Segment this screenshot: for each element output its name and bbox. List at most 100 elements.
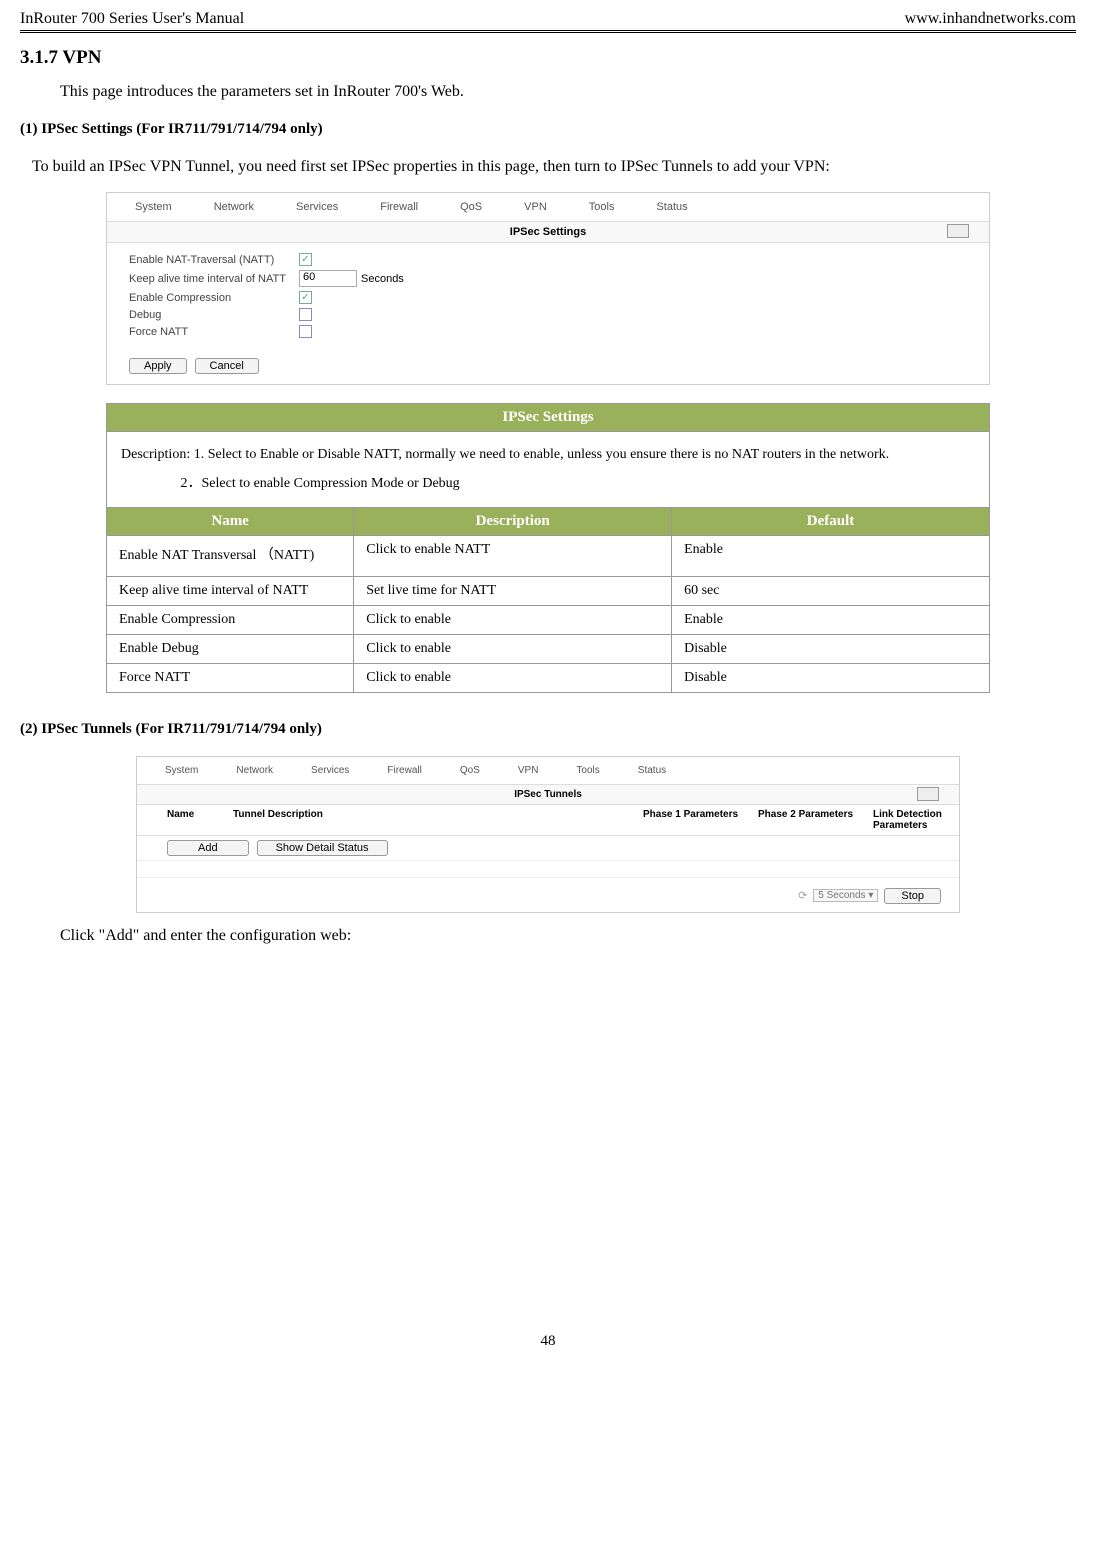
subsection-2-title: IPSec Tunnels (For IR711/791/714/794 onl… xyxy=(41,721,322,737)
panel2-title-text: IPSec Tunnels xyxy=(514,789,582,800)
ipsec-settings-table: IPSec Settings Description: 1. Select to… xyxy=(106,403,990,693)
tab-firewall[interactable]: Firewall xyxy=(376,199,422,215)
tab-status[interactable]: Status xyxy=(652,199,691,215)
row-keepalive: Keep alive time interval of NATT 60 Seco… xyxy=(129,270,967,287)
checkbox-compression[interactable] xyxy=(299,291,312,304)
desc-line-1: 1. Select to Enable or Disable NATT, nor… xyxy=(194,447,889,462)
checkbox-natt[interactable] xyxy=(299,253,312,266)
tunnels-table-header: Name Tunnel Description Phase 1 Paramete… xyxy=(137,805,959,836)
cell-desc: Click to enable NATT xyxy=(354,535,672,576)
subsection-2-heading: (2) IPSec Tunnels (For IR711/791/714/794… xyxy=(20,713,1096,746)
cell-name: Enable Debug xyxy=(107,634,354,663)
show-detail-button[interactable]: Show Detail Status xyxy=(257,840,388,856)
cancel-button[interactable]: Cancel xyxy=(195,358,259,374)
th-name: Name xyxy=(137,805,227,835)
th-link-detection: Link Detection Parameters xyxy=(867,805,959,835)
table-row: Enable NAT Transversal （NATT) Click to e… xyxy=(107,535,990,576)
label-compression: Enable Compression xyxy=(129,292,299,304)
cell-desc: Click to enable xyxy=(354,605,672,634)
cell-desc: Set live time for NATT xyxy=(354,576,672,605)
add-button[interactable]: Add xyxy=(167,840,249,856)
cell-name: Enable NAT Transversal （NATT) xyxy=(107,535,354,576)
cell-desc: Click to enable xyxy=(354,663,672,692)
tab-network[interactable]: Network xyxy=(232,763,277,778)
subsection-1-text: To build an IPSec VPN Tunnel, you need f… xyxy=(0,146,1096,186)
table-row: Enable Debug Click to enable Disable xyxy=(107,634,990,663)
tab-qos[interactable]: QoS xyxy=(456,199,486,215)
label-seconds: Seconds xyxy=(361,273,404,285)
interval-value: 5 Seconds xyxy=(818,890,865,901)
cell-name: Force NATT xyxy=(107,663,354,692)
collapse-icon[interactable] xyxy=(947,224,969,238)
label-keepalive: Keep alive time interval of NATT xyxy=(129,273,299,285)
cell-default: 60 sec xyxy=(672,576,990,605)
panel-title-text: IPSec Settings xyxy=(510,226,586,238)
cell-name: Enable Compression xyxy=(107,605,354,634)
col-description: Description xyxy=(354,507,672,535)
label-natt: Enable NAT-Traversal (NATT) xyxy=(129,254,299,266)
panel-title: IPSec Settings xyxy=(107,221,989,243)
cell-default: Enable xyxy=(672,605,990,634)
label-debug: Debug xyxy=(129,309,299,321)
tab-network[interactable]: Network xyxy=(210,199,258,215)
th-phase1: Phase 1 Parameters xyxy=(637,805,752,835)
manual-title: InRouter 700 Series User's Manual xyxy=(20,10,244,28)
nav-tabs: System Network Services Firewall QoS VPN… xyxy=(107,193,989,221)
tab-services[interactable]: Services xyxy=(307,763,353,778)
col-name: Name xyxy=(107,507,354,535)
header-divider xyxy=(20,30,1076,33)
table-header: IPSec Settings xyxy=(107,404,990,432)
table-row: Keep alive time interval of NATT Set liv… xyxy=(107,576,990,605)
checkbox-debug[interactable] xyxy=(299,308,312,321)
panel2-title: IPSec Tunnels xyxy=(137,784,959,805)
subsection-1-heading: (1) IPSec Settings (For IR711/791/714/79… xyxy=(20,113,1096,146)
table-description: Description: 1. Select to Enable or Disa… xyxy=(107,432,990,508)
subsection-2-number: (2) xyxy=(20,721,38,737)
table-row: Enable Compression Click to enable Enabl… xyxy=(107,605,990,634)
tab-vpn[interactable]: VPN xyxy=(514,763,543,778)
cell-name: Keep alive time interval of NATT xyxy=(107,576,354,605)
footer-controls: ⟳ 5 Seconds ▾ Stop xyxy=(137,877,959,912)
subsection-1-title: IPSec Settings (For IR711/791/714/794 on… xyxy=(41,121,322,137)
intro-paragraph: This page introduces the parameters set … xyxy=(0,75,1096,113)
tab-firewall[interactable]: Firewall xyxy=(383,763,425,778)
tab-system[interactable]: System xyxy=(131,199,176,215)
checkbox-force-natt[interactable] xyxy=(299,325,312,338)
tab-tools[interactable]: Tools xyxy=(585,199,619,215)
tab-qos[interactable]: QoS xyxy=(456,763,484,778)
row-debug: Debug xyxy=(129,308,967,321)
input-keepalive[interactable]: 60 xyxy=(299,270,357,287)
cell-default: Enable xyxy=(672,535,990,576)
tab-tools[interactable]: Tools xyxy=(572,763,603,778)
tab-status[interactable]: Status xyxy=(634,763,670,778)
nav-tabs-2: System Network Services Firewall QoS VPN… xyxy=(137,757,959,784)
label-force-natt: Force NATT xyxy=(129,326,299,338)
stop-button[interactable]: Stop xyxy=(884,888,941,904)
section-name: VPN xyxy=(62,47,101,68)
row-natt: Enable NAT-Traversal (NATT) xyxy=(129,253,967,266)
th-phase2: Phase 2 Parameters xyxy=(752,805,867,835)
section-heading: 3.1.7 VPN xyxy=(0,41,1096,75)
collapse-icon[interactable] xyxy=(917,787,939,801)
row-compression: Enable Compression xyxy=(129,291,967,304)
desc-line-2: 2．Select to enable Compression Mode or D… xyxy=(181,476,460,491)
subsection-1-number: (1) xyxy=(20,121,38,137)
ipsec-settings-screenshot: System Network Services Firewall QoS VPN… xyxy=(106,192,990,385)
tab-vpn[interactable]: VPN xyxy=(520,199,551,215)
cell-desc: Click to enable xyxy=(354,634,672,663)
col-default: Default xyxy=(672,507,990,535)
interval-select[interactable]: 5 Seconds ▾ xyxy=(813,889,878,902)
desc-label: Description: xyxy=(121,447,190,462)
section-number: 3.1.7 xyxy=(20,47,58,68)
apply-button[interactable]: Apply xyxy=(129,358,187,374)
ipsec-tunnels-screenshot: System Network Services Firewall QoS VPN… xyxy=(136,756,960,913)
refresh-icon: ⟳ xyxy=(798,889,807,902)
site-url: www.inhandnetworks.com xyxy=(905,10,1076,28)
cell-default: Disable xyxy=(672,663,990,692)
th-tunnel-description: Tunnel Description xyxy=(227,805,637,835)
row-force-natt: Force NATT xyxy=(129,325,967,338)
tab-services[interactable]: Services xyxy=(292,199,342,215)
click-add-text: Click "Add" and enter the configuration … xyxy=(0,919,1096,953)
cell-default: Disable xyxy=(672,634,990,663)
tab-system[interactable]: System xyxy=(161,763,202,778)
